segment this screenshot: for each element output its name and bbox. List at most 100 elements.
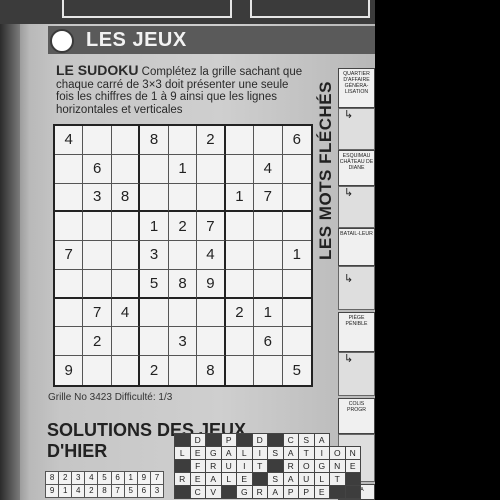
sudoku-cell: 2	[140, 356, 169, 385]
crossword-cell	[174, 459, 191, 473]
sudoku-cell	[225, 269, 255, 299]
sudoku-cell: 7	[197, 212, 226, 242]
sudoku-cell	[169, 356, 198, 385]
sudoku-cell	[225, 212, 255, 242]
sudoku-cell	[254, 126, 283, 155]
sudoku-cell	[254, 241, 283, 270]
sudoku-cell: 1	[168, 154, 198, 184]
crossword-cell: D	[251, 433, 268, 447]
sudoku-cell: 3	[83, 183, 112, 213]
solution-cell: 4	[84, 471, 99, 485]
sudoku-cell: 2	[83, 327, 112, 357]
crossword-cell: E	[344, 459, 361, 473]
grid-number: Grille No 3423	[48, 392, 112, 403]
grid-info: Grille No 3423 Difficulté: 1/3	[48, 392, 172, 403]
crossword-cell	[174, 485, 191, 499]
crossword-cell: S	[267, 472, 284, 486]
solution-cell: 9	[45, 484, 60, 498]
crossword-row: CVGRAPPE	[174, 485, 361, 499]
crossword-cell: P	[282, 485, 299, 499]
crossword-cell: T	[251, 459, 268, 473]
sudoku-cell	[254, 212, 283, 242]
solution-cell: 4	[71, 484, 86, 498]
sudoku-cell: 7	[83, 298, 112, 328]
sudoku-cell	[282, 155, 311, 184]
sudoku-cell	[140, 327, 169, 357]
sudoku-cell	[254, 269, 283, 299]
sudoku-cell	[282, 212, 311, 242]
sudoku-cell	[83, 356, 112, 385]
crossword-cell	[251, 472, 268, 486]
sudoku-cell	[282, 184, 311, 213]
sudoku-cell	[225, 327, 255, 357]
solution-cell: 2	[84, 484, 99, 498]
crossword-cell: V	[205, 485, 222, 499]
sudoku-cell	[111, 212, 141, 242]
newspaper-page: LES JEUX LE SUDOKU Complétez la grille s…	[0, 0, 375, 500]
sudoku-cell	[55, 327, 84, 357]
sudoku-cell	[197, 327, 226, 357]
crossword-cell: R	[205, 459, 222, 473]
clue-box-2: ESQUIMAU CHÂTEAU DE DIANE	[338, 150, 375, 186]
sudoku-cell: 1	[225, 183, 255, 213]
crossword-cell: R	[251, 485, 268, 499]
solution-cell: 5	[123, 484, 138, 498]
crossword-cell: I	[251, 446, 268, 460]
sudoku-cell	[55, 269, 84, 299]
arrow-right-icon: ↳	[344, 109, 354, 121]
crossword-cell: A	[313, 433, 330, 447]
sudoku-cell	[112, 356, 141, 385]
sudoku-cell	[254, 356, 283, 385]
sudoku-cell	[111, 241, 141, 270]
sudoku-cell	[168, 183, 198, 213]
sudoku-cell	[282, 270, 311, 299]
sudoku-cell: 5	[140, 269, 169, 299]
sudoku-cell	[55, 298, 84, 328]
sudoku-cell: 7	[55, 241, 84, 270]
crossword-cell: N	[329, 459, 346, 473]
crossword-cell	[205, 433, 222, 447]
crossword-cell: T	[329, 472, 346, 486]
crossword-cell: A	[282, 446, 299, 460]
sudoku-cell	[83, 269, 112, 299]
sudoku-cell: 6	[282, 126, 311, 155]
solution-cell: 5	[97, 471, 112, 485]
sudoku-cell	[83, 212, 112, 242]
sudoku-cell	[282, 299, 311, 328]
crossword-cell: A	[282, 472, 299, 486]
crossword-cell: E	[189, 472, 206, 486]
sudoku-cell: 4	[197, 241, 226, 270]
solution-sudoku-grid: 823456197914287563	[45, 471, 164, 498]
crossword-cell	[267, 433, 284, 447]
sudoku-cell: 3	[140, 241, 169, 270]
solution-cell: 3	[149, 484, 164, 498]
crossword-cell: U	[298, 472, 315, 486]
solution-cell: 1	[123, 471, 138, 485]
sudoku-cell	[83, 126, 112, 155]
sudoku-cell: 3	[168, 327, 198, 357]
sudoku-cell	[111, 327, 141, 357]
sudoku-cell: 6	[254, 327, 283, 357]
sudoku-cell: 8	[168, 269, 198, 299]
sudoku-cell	[168, 241, 198, 270]
crossword-cell: E	[313, 485, 330, 499]
sudoku-cell: 8	[111, 183, 141, 213]
sudoku-name: LE SUDOKU	[56, 62, 139, 78]
sudoku-cell	[197, 154, 226, 184]
sudoku-cell	[140, 154, 169, 184]
sudoku-cell	[226, 356, 255, 385]
sudoku-cell	[140, 298, 169, 328]
crossword-cell: N	[344, 446, 361, 460]
crossword-cell: A	[205, 472, 222, 486]
sudoku-cell	[282, 327, 311, 357]
top-box	[62, 0, 232, 18]
sudoku-cell: 5	[292, 362, 301, 380]
arrow-right-icon: ↳	[344, 273, 354, 285]
sudoku-cell: 9	[197, 269, 226, 299]
sudoku-cell	[140, 183, 169, 213]
crossword-cell	[236, 433, 253, 447]
crossword-cell: G	[205, 446, 222, 460]
sudoku-cell	[55, 212, 84, 242]
crossword-cell: S	[267, 446, 284, 460]
crossword-cell: L	[313, 472, 330, 486]
